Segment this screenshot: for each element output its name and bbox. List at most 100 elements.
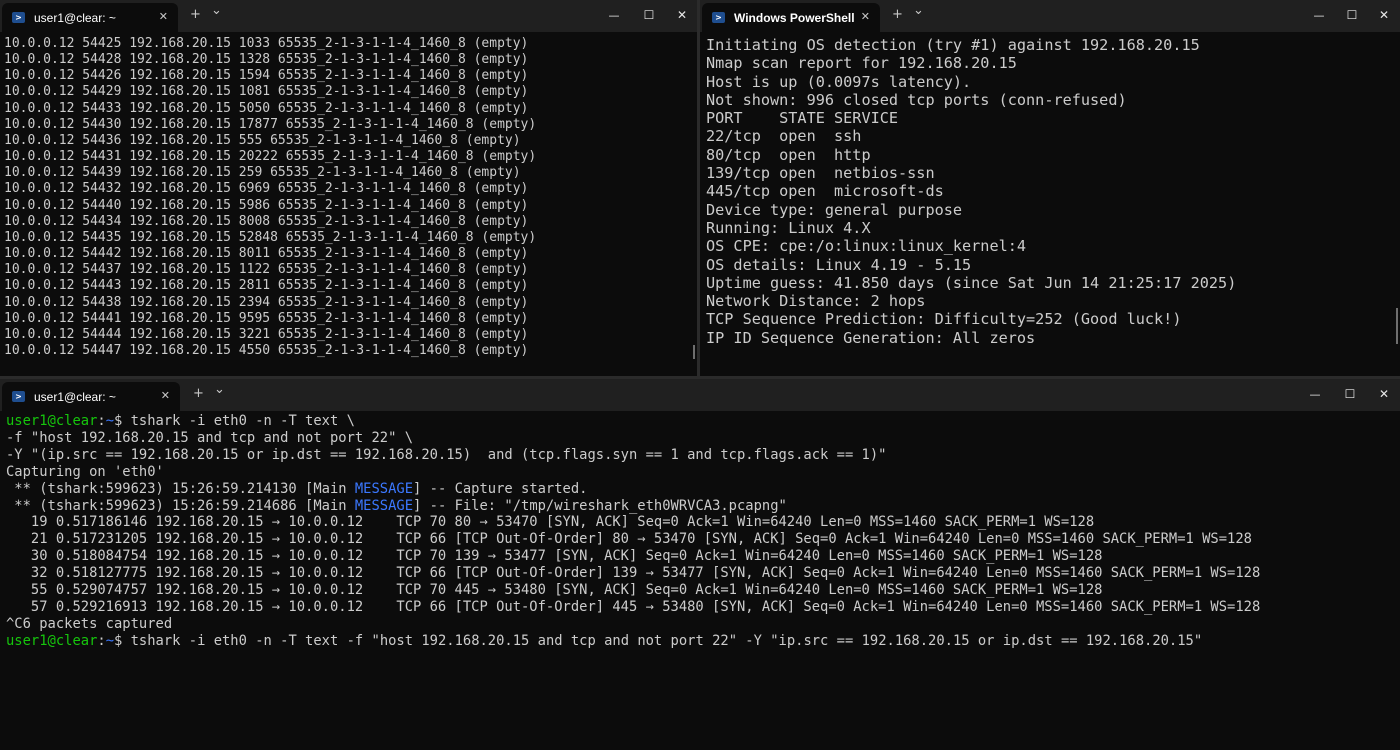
tab-user1-clear[interactable]: > user1@clear: ~ ✕ (2, 382, 180, 411)
output-line: 10.0.0.12 54429 192.168.20.15 1081 65535… (4, 84, 529, 100)
message-suffix: ] -- File: "/tmp/wireshark_eth0WRVCA3.pc… (413, 497, 787, 514)
output-line: 10.0.0.12 54430 192.168.20.15 17877 6553… (4, 116, 537, 132)
output-line: 10.0.0.12 54432 192.168.20.15 6969 65535… (4, 181, 529, 197)
output-line: 10.0.0.12 54428 192.168.20.15 1328 65535… (4, 52, 529, 68)
prompt-user: user1@clear (6, 632, 98, 649)
packet-line: 21 0.517231205 192.168.20.15 → 10.0.0.12… (6, 531, 1252, 548)
terminal-output[interactable]: user1@clear:~$ tshark -i eth0 -n -T text… (6, 413, 1400, 650)
close-tab-icon[interactable]: ✕ (159, 10, 168, 23)
output-line: 10.0.0.12 54438 192.168.20.15 2394 65535… (4, 294, 529, 310)
output-line: 10.0.0.12 54439 192.168.20.15 259 65535_… (4, 165, 521, 181)
output-line: 445/tcp open microsoft-ds (706, 182, 944, 201)
tab-title: user1@clear: ~ (34, 389, 116, 404)
command-text: tshark -i eth0 -n -T text -f "host 192.1… (130, 632, 1203, 649)
output-line: Initiating OS detection (try #1) against… (706, 36, 1200, 54)
powershell-icon: > (712, 12, 725, 23)
tab-dropdown-button[interactable]: ⌄ (211, 3, 222, 19)
terminal-output[interactable]: Initiating OS detection (try #1) against… (706, 36, 1400, 347)
command-line: user1@clear:~$ tshark -i eth0 -n -T text… (6, 633, 1400, 650)
terminal-output[interactable]: 10.0.0.12 54425 192.168.20.15 1033 65535… (4, 36, 697, 359)
new-tab-button[interactable]: + (190, 7, 201, 23)
message-suffix: ] -- Capture started. (413, 480, 588, 497)
command-line: user1@clear:~$ tshark -i eth0 -n -T text… (6, 413, 1400, 430)
output-line: 10.0.0.12 54437 192.168.20.15 1122 65535… (4, 262, 529, 278)
output-line: 10.0.0.12 54431 192.168.20.15 20222 6553… (4, 149, 537, 165)
message-keyword: MESSAGE (354, 497, 414, 514)
new-tab-button[interactable]: + (193, 386, 204, 402)
prompt-dollar: $ (114, 413, 131, 429)
packet-line: 32 0.518127775 192.168.20.15 → 10.0.0.12… (6, 565, 1261, 582)
output-line: 10.0.0.12 54447 192.168.20.15 4550 65535… (4, 342, 529, 358)
message-line: ** (tshark:599623) 15:26:59.214130 [Main… (6, 481, 1400, 498)
output-line: 10.0.0.12 54433 192.168.20.15 5050 65535… (4, 100, 529, 116)
minimize-button[interactable]: — (1310, 6, 1328, 24)
title-bar[interactable]: > user1@clear: ~ ✕ + ⌄ — ☐ ✕ (0, 379, 1400, 411)
packet-line: 55 0.529074757 192.168.20.15 → 10.0.0.12… (6, 582, 1103, 599)
output-line: 10.0.0.12 54441 192.168.20.15 9595 65535… (4, 310, 529, 326)
tab-dropdown-button[interactable]: ⌄ (214, 382, 225, 398)
output-line: 22/tcp open ssh (706, 127, 862, 146)
tab-user1-clear[interactable]: > user1@clear: ~ ✕ (2, 3, 178, 32)
output-line: Nmap scan report for 192.168.20.15 (706, 54, 1017, 73)
output-line: 10.0.0.12 54440 192.168.20.15 5986 65535… (4, 197, 529, 213)
message-keyword: MESSAGE (354, 480, 414, 497)
output-line: 10.0.0.12 54425 192.168.20.15 1033 65535… (4, 36, 529, 51)
tab-title: user1@clear: ~ (34, 10, 116, 25)
title-bar[interactable]: > Windows PowerShell ✕ + ⌄ — ☐ ✕ (700, 0, 1400, 32)
packet-line: 19 0.517186146 192.168.20.15 → 10.0.0.12… (6, 514, 1095, 531)
prompt-path: ~ (105, 632, 114, 649)
close-window-button[interactable]: ✕ (1375, 385, 1393, 403)
output-line: 10.0.0.12 54426 192.168.20.15 1594 65535… (4, 68, 529, 84)
terminal-window-top-left: > user1@clear: ~ ✕ + ⌄ — ☐ ✕ 10.0.0.12 5… (0, 0, 697, 376)
scrollbar-thumb[interactable] (1396, 308, 1398, 344)
output-line: 80/tcp open http (706, 145, 871, 164)
output-line: OS details: Linux 4.19 - 5.15 (706, 255, 972, 274)
output-line: Network Distance: 2 hops (706, 292, 926, 311)
prompt-path: ~ (105, 413, 114, 429)
prompt-dollar: $ (114, 632, 131, 649)
output-line: 10.0.0.12 54443 192.168.20.15 2811 65535… (4, 278, 529, 294)
prompt-user: user1@clear (6, 413, 98, 429)
output-line: TCP Sequence Prediction: Difficulty=252 … (706, 310, 1182, 329)
close-window-button[interactable]: ✕ (673, 6, 691, 24)
output-line: 139/tcp open netbios-ssn (706, 164, 935, 183)
tab-dropdown-button[interactable]: ⌄ (913, 3, 924, 19)
maximize-button[interactable]: ☐ (1341, 385, 1359, 403)
close-window-button[interactable]: ✕ (1375, 6, 1393, 24)
output-line: IP ID Sequence Generation: All zeros (706, 328, 1036, 347)
summary-line: ^C6 packets captured (6, 615, 173, 632)
output-line: OS CPE: cpe:/o:linux:linux_kernel:4 (706, 237, 1027, 256)
output-line: Capturing on 'eth0' (6, 463, 164, 480)
output-line: Device type: general purpose (706, 200, 963, 219)
terminal-window-bottom: > user1@clear: ~ ✕ + ⌄ — ☐ ✕ user1@clear… (0, 379, 1400, 750)
output-line: 10.0.0.12 54444 192.168.20.15 3221 65535… (4, 326, 529, 342)
terminal-window-top-right: > Windows PowerShell ✕ + ⌄ — ☐ ✕ Initiat… (700, 0, 1400, 376)
prompt-separator: : (97, 413, 106, 429)
new-tab-button[interactable]: + (892, 7, 903, 23)
packet-line: 30 0.518084754 192.168.20.15 → 10.0.0.12… (6, 548, 1103, 565)
packet-line: 57 0.529216913 192.168.20.15 → 10.0.0.12… (6, 598, 1261, 615)
output-line: PORT STATE SERVICE (706, 109, 899, 128)
output-line: -Y "(ip.src == 192.168.20.15 or ip.dst =… (6, 446, 887, 463)
output-line: Running: Linux 4.X (706, 218, 871, 237)
output-line: -f "host 192.168.20.15 and tcp and not p… (6, 429, 414, 446)
terminal-icon: > (12, 12, 25, 23)
scrollbar-thumb[interactable] (693, 345, 695, 359)
close-tab-icon[interactable]: ✕ (161, 389, 170, 402)
prompt-separator: : (97, 632, 106, 649)
minimize-button[interactable]: — (1306, 385, 1324, 403)
minimize-button[interactable]: — (605, 6, 623, 24)
close-tab-icon[interactable]: ✕ (861, 10, 870, 23)
maximize-button[interactable]: ☐ (640, 6, 658, 24)
output-line: 10.0.0.12 54434 192.168.20.15 8008 65535… (4, 213, 529, 229)
terminal-icon: > (12, 391, 25, 402)
title-bar[interactable]: > user1@clear: ~ ✕ + ⌄ — ☐ ✕ (0, 0, 697, 32)
output-line: Uptime guess: 41.850 days (since Sat Jun… (706, 273, 1237, 292)
maximize-button[interactable]: ☐ (1343, 6, 1361, 24)
output-line: Host is up (0.0097s latency). (706, 72, 972, 91)
message-line: ** (tshark:599623) 15:26:59.214686 [Main… (6, 498, 1400, 515)
tab-title: Windows PowerShell (734, 10, 855, 25)
message-prefix: ** (tshark:599623) 15:26:59.214130 [Main (6, 480, 355, 497)
tab-windows-powershell[interactable]: > Windows PowerShell ✕ (702, 3, 880, 32)
output-line: 10.0.0.12 54436 192.168.20.15 555 65535_… (4, 132, 521, 148)
